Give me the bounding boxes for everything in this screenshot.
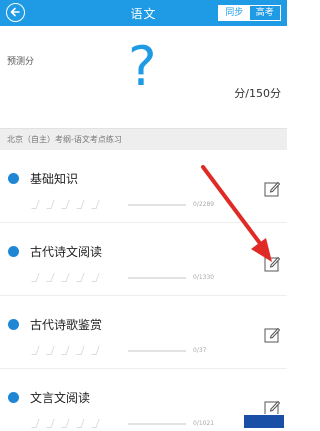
predicted-score-panel: 预测分 ? 分/150分 bbox=[0, 26, 287, 128]
section-title: 北京（自主）考纲-语文考点练习 bbox=[7, 135, 122, 144]
check-icon bbox=[75, 200, 85, 208]
question-count: 0/1021 bbox=[193, 420, 215, 427]
check-icon bbox=[90, 273, 100, 281]
bullet-icon bbox=[8, 392, 19, 403]
pencil-edit-icon bbox=[264, 256, 281, 272]
check-icon bbox=[60, 273, 70, 281]
check-icon bbox=[45, 200, 55, 208]
check-icon bbox=[60, 419, 70, 427]
item-title: 文言文阅读 bbox=[30, 391, 91, 405]
check-icon bbox=[30, 346, 40, 354]
check-icon bbox=[45, 273, 55, 281]
progress-track bbox=[128, 350, 186, 352]
bullet-icon bbox=[8, 246, 19, 257]
tab-sync[interactable]: 同步 bbox=[219, 6, 250, 20]
progress-track bbox=[128, 423, 186, 425]
progress-track bbox=[128, 277, 186, 279]
watermark-logo bbox=[243, 414, 285, 429]
question-count: 0/2289 bbox=[193, 201, 215, 208]
question-count: 0/37 bbox=[193, 347, 207, 354]
check-icon bbox=[60, 346, 70, 354]
list-item[interactable]: 古代诗文阅读 0/1330 bbox=[0, 223, 287, 295]
progress-marks bbox=[30, 273, 100, 281]
tab-gaokao[interactable]: 高考 bbox=[250, 6, 281, 20]
list-item[interactable]: 基础知识 0/2289 bbox=[0, 150, 287, 222]
check-icon bbox=[30, 273, 40, 281]
bullet-icon bbox=[8, 173, 19, 184]
pencil-edit-icon bbox=[264, 181, 281, 197]
progress-marks bbox=[30, 346, 100, 354]
edit-button[interactable] bbox=[264, 180, 281, 197]
check-icon bbox=[90, 346, 100, 354]
check-icon bbox=[30, 200, 40, 208]
check-icon bbox=[75, 419, 85, 427]
edit-button[interactable] bbox=[264, 326, 281, 343]
mode-switch: 同步 高考 bbox=[218, 5, 281, 21]
top-bar: 语文 同步 高考 bbox=[0, 0, 287, 26]
check-icon bbox=[30, 419, 40, 427]
check-icon bbox=[75, 273, 85, 281]
item-title: 基础知识 bbox=[30, 172, 79, 186]
check-icon bbox=[60, 200, 70, 208]
progress-marks bbox=[30, 419, 100, 427]
score-total-label: 分/150分 bbox=[234, 87, 281, 100]
bullet-icon bbox=[8, 319, 19, 330]
pencil-edit-icon bbox=[264, 327, 281, 343]
item-title: 古代诗歌鉴赏 bbox=[30, 318, 103, 332]
check-icon bbox=[90, 419, 100, 427]
item-title: 古代诗文阅读 bbox=[30, 245, 103, 259]
progress-track bbox=[128, 204, 186, 206]
check-icon bbox=[45, 346, 55, 354]
check-icon bbox=[75, 346, 85, 354]
check-icon bbox=[45, 419, 55, 427]
question-count: 0/1330 bbox=[193, 274, 215, 281]
list-item[interactable]: 古代诗歌鉴赏 0/37 bbox=[0, 296, 287, 368]
progress-marks bbox=[30, 200, 100, 208]
predicted-score-value: ? bbox=[128, 35, 157, 98]
edit-button[interactable] bbox=[264, 255, 281, 272]
check-icon bbox=[90, 200, 100, 208]
section-header: 北京（自主）考纲-语文考点练习 bbox=[0, 128, 287, 151]
predicted-score-label: 预测分 bbox=[7, 57, 35, 67]
